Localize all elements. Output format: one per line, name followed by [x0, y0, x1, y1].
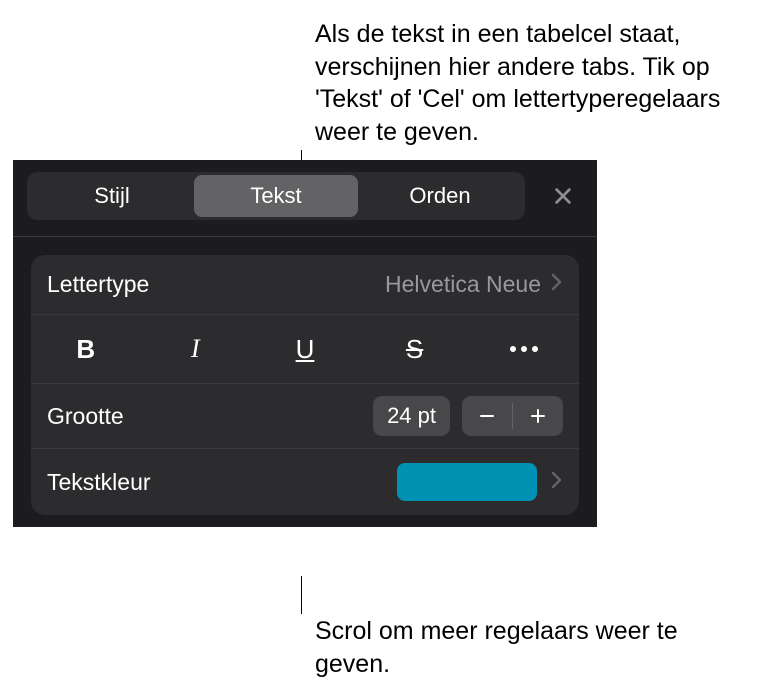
text-color-label: Tekstkleur [47, 469, 397, 496]
tab-arrange[interactable]: Orden [358, 175, 522, 217]
format-panel: Stijl Tekst Orden Lettertype Helvetica N… [13, 160, 597, 527]
tab-bar: Stijl Tekst Orden [13, 160, 597, 237]
callout-top-text: Als de tekst in een tabelcel staat, vers… [315, 18, 765, 148]
text-settings-section: Lettertype Helvetica Neue B I U S Groott… [31, 255, 579, 515]
close-icon [552, 185, 574, 207]
size-value[interactable]: 24 pt [373, 396, 450, 436]
text-color-row[interactable]: Tekstkleur [31, 449, 579, 515]
tab-text[interactable]: Tekst [194, 175, 358, 217]
size-increase-button[interactable] [513, 396, 563, 436]
more-options-button[interactable] [494, 327, 554, 371]
ellipsis-icon [510, 346, 538, 352]
italic-button[interactable]: I [165, 327, 225, 371]
size-row: Grootte 24 pt [31, 384, 579, 449]
text-color-swatch[interactable] [397, 463, 537, 501]
minus-icon [478, 407, 496, 425]
font-row[interactable]: Lettertype Helvetica Neue [31, 255, 579, 315]
underline-button[interactable]: U [275, 327, 335, 371]
bold-button[interactable]: B [56, 327, 116, 371]
plus-icon [529, 407, 547, 425]
size-label: Grootte [47, 403, 373, 430]
callout-bottom-text: Scrol om meer regelaars weer te geven. [315, 615, 695, 680]
text-style-row: B I U S [31, 315, 579, 384]
font-value: Helvetica Neue [385, 271, 541, 298]
size-decrease-button[interactable] [462, 396, 512, 436]
chevron-right-icon [551, 273, 563, 296]
size-stepper [462, 396, 563, 436]
strikethrough-button[interactable]: S [385, 327, 445, 371]
tab-group: Stijl Tekst Orden [27, 172, 525, 220]
callout-leader-line-bottom [301, 576, 302, 614]
font-label: Lettertype [47, 271, 385, 298]
chevron-right-icon [551, 471, 563, 494]
tab-style[interactable]: Stijl [30, 175, 194, 217]
close-button[interactable] [543, 176, 583, 216]
